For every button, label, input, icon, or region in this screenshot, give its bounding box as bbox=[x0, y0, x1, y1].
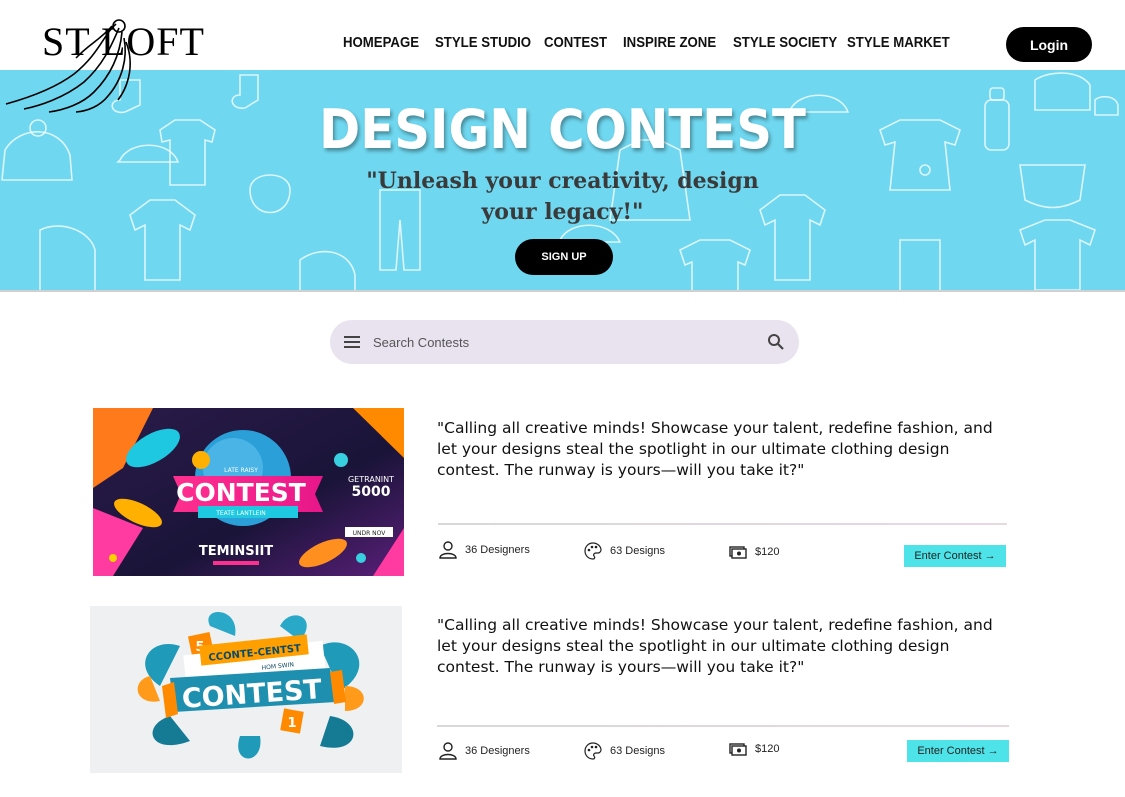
nav-item-homepage[interactable]: HOMEPAGE bbox=[343, 34, 424, 51]
poster-button-text: UNDR NOV bbox=[353, 530, 387, 537]
prize-amount: $120 bbox=[755, 743, 780, 755]
prize-stat: $120 bbox=[729, 741, 779, 757]
menu-icon[interactable] bbox=[344, 335, 360, 349]
main-nav: HOMEPAGE STYLE STUDIO CONTEST INSPIRE ZO… bbox=[343, 34, 950, 51]
designs-stat: 63 Designs bbox=[584, 542, 665, 560]
designers-stat: 36 Designers bbox=[439, 742, 530, 760]
poster-side-text: GETRANINT bbox=[348, 475, 394, 484]
divider bbox=[438, 523, 1007, 525]
logo-text: ST LOFT bbox=[42, 19, 205, 64]
nav-item-contest[interactable]: CONTEST bbox=[544, 34, 614, 51]
designs-stat: 63 Designs bbox=[584, 742, 665, 760]
contest-poster-graphic: 5 1 CCONTE-CENTST HOM SWIN CONTEST bbox=[90, 606, 402, 773]
poster-small-text: LATE RAISY bbox=[224, 467, 258, 474]
designs-count: 63 Designs bbox=[610, 545, 666, 557]
money-icon bbox=[729, 546, 747, 559]
contest-description: "Calling all creative minds! Showcase yo… bbox=[437, 616, 993, 676]
signup-button[interactable]: SIGN UP bbox=[515, 239, 613, 275]
contest-description: "Calling all creative minds! Showcase yo… bbox=[437, 419, 993, 479]
designers-stat: 36 Designers bbox=[439, 541, 530, 559]
enter-contest-button[interactable]: Enter Contest → bbox=[907, 740, 1009, 762]
nav-item-style-market[interactable]: STYLE MARKET bbox=[847, 34, 950, 51]
contest-poster-graphic: CONTEST TEATE LANTLEIN LATE RAISY TEMINS… bbox=[93, 408, 404, 576]
search-bar[interactable] bbox=[330, 320, 799, 364]
designers-count: 36 Designers bbox=[465, 745, 530, 757]
contest-image[interactable]: CONTEST TEATE LANTLEIN LATE RAISY TEMINS… bbox=[93, 408, 404, 576]
nav-item-style-studio[interactable]: STYLE STUDIO bbox=[435, 34, 531, 51]
palette-icon bbox=[584, 742, 602, 760]
contest-image[interactable]: 5 1 CCONTE-CENTST HOM SWIN CONTEST bbox=[90, 606, 402, 773]
nav-item-style-society[interactable]: STYLE SOCIETY bbox=[733, 34, 837, 51]
prize-stat: $120 bbox=[729, 544, 779, 560]
poster-ribbon-text: TEATE LANTLEIN bbox=[215, 510, 266, 517]
prize-amount: $120 bbox=[755, 546, 780, 558]
search-input[interactable] bbox=[373, 331, 753, 353]
poster-sub-text: TEMINSIIT bbox=[199, 544, 273, 559]
divider bbox=[437, 725, 1009, 727]
login-button[interactable]: Login bbox=[1006, 27, 1092, 62]
nav-item-inspire-zone[interactable]: INSPIRE ZONE bbox=[623, 34, 720, 51]
designers-count: 36 Designers bbox=[465, 544, 530, 556]
money-icon bbox=[729, 743, 747, 756]
enter-contest-button[interactable]: Enter Contest → bbox=[904, 545, 1006, 567]
user-icon bbox=[439, 541, 457, 559]
poster-banner-text: CONTEST bbox=[176, 478, 306, 507]
poster-tag-number-2: 1 bbox=[287, 716, 296, 731]
hero-tagline: "Unleash your creativity, design your le… bbox=[366, 168, 759, 225]
poster-side-number: 5000 bbox=[352, 484, 391, 500]
palette-icon bbox=[584, 542, 602, 560]
search-icon[interactable] bbox=[767, 333, 785, 351]
user-icon bbox=[439, 742, 457, 760]
logo[interactable]: ST LOFT bbox=[4, 14, 240, 114]
designs-count: 63 Designs bbox=[610, 745, 666, 757]
